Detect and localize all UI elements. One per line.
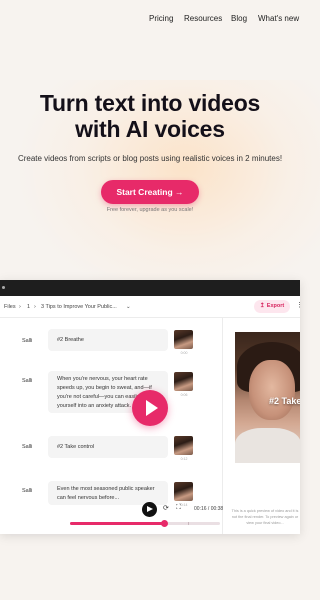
presenter-shirt <box>235 428 300 463</box>
hero-title-line2: with AI voices <box>75 116 225 142</box>
hero-title-line1: Turn text into videos <box>39 90 261 116</box>
window-titlebar <box>0 280 300 296</box>
more-options-icon[interactable]: ⋮ <box>296 301 300 309</box>
nav-item-blog[interactable]: Blog <box>231 14 247 23</box>
scene-time: 0:06 <box>180 393 188 397</box>
fullscreen-icon[interactable]: ⛶ <box>176 504 181 512</box>
scene-thumbnail[interactable] <box>174 436 193 455</box>
breadcrumb-separator: › <box>19 304 21 310</box>
replay-icon[interactable]: ⟳ <box>163 504 169 512</box>
scene-thumbnail[interactable] <box>174 330 193 349</box>
hero-title: Turn text into videos with AI voices <box>0 90 300 142</box>
presenter-face <box>249 360 295 420</box>
scene-time: 0:12 <box>180 457 188 461</box>
script-text[interactable]: #2 Take control <box>48 436 168 458</box>
breadcrumb: Files › 1 › 3 Tips to Improve Your Publi… <box>0 296 300 318</box>
speaker-name[interactable]: Salli <box>22 338 32 344</box>
nav-item-resources[interactable]: Resources <box>184 14 222 23</box>
time-total: 00:38 <box>210 506 224 512</box>
hero-subtitle: Create videos from scripts or blog posts… <box>17 154 283 163</box>
play-icon[interactable] <box>132 390 168 426</box>
time-current: 00:16 <box>194 506 207 512</box>
top-nav: Pricing Resources Blog What's new <box>0 14 300 28</box>
start-creating-button[interactable]: Start Creating → <box>101 180 199 204</box>
chevron-down-icon[interactable]: ⌄ <box>126 304 131 310</box>
progress-handle[interactable] <box>161 520 168 527</box>
script-pane: Salli #2 Breathe 0:00 Salli When you're … <box>0 318 222 508</box>
speaker-name[interactable]: Salli <box>22 378 32 384</box>
breadcrumb-folder[interactable]: 1 <box>27 304 30 310</box>
scene-time: 0:00 <box>180 351 188 355</box>
export-label: Export <box>266 303 285 309</box>
script-text[interactable]: #2 Breathe <box>48 329 168 351</box>
speaker-name[interactable]: Salli <box>22 488 32 494</box>
scene-thumbnail[interactable] <box>174 482 193 501</box>
preview-overlay-text: #2 Take <box>269 396 300 406</box>
video-preview[interactable]: #2 Take <box>235 332 300 463</box>
scene-thumbnail[interactable] <box>174 372 193 391</box>
editor-screenshot: Files › 1 › 3 Tips to Improve Your Publi… <box>0 280 300 534</box>
scene-marker <box>188 522 189 525</box>
breadcrumb-files[interactable]: Files <box>4 304 16 310</box>
breadcrumb-separator: › <box>34 304 36 310</box>
export-button[interactable]: ↥ Export <box>254 300 290 313</box>
nav-item-whats-new[interactable]: What's new <box>258 14 299 23</box>
progress-fill <box>70 522 165 525</box>
nav-item-pricing[interactable]: Pricing <box>149 14 173 23</box>
breadcrumb-project[interactable]: 3 Tips to Improve Your Public... <box>41 304 117 310</box>
player-play-button[interactable] <box>142 502 157 517</box>
preview-caption: This is a quick preview of video and it … <box>231 509 299 525</box>
video-preview-panel: #2 Take This is a quick preview of video… <box>222 318 300 534</box>
timecode: 00:16 / 00:38 <box>194 506 224 512</box>
speaker-name[interactable]: Salli <box>22 444 32 450</box>
export-icon: ↥ <box>259 303 265 309</box>
progress-bar[interactable] <box>70 520 220 527</box>
cta-note: Free forever, upgrade as you scale! <box>106 207 194 213</box>
